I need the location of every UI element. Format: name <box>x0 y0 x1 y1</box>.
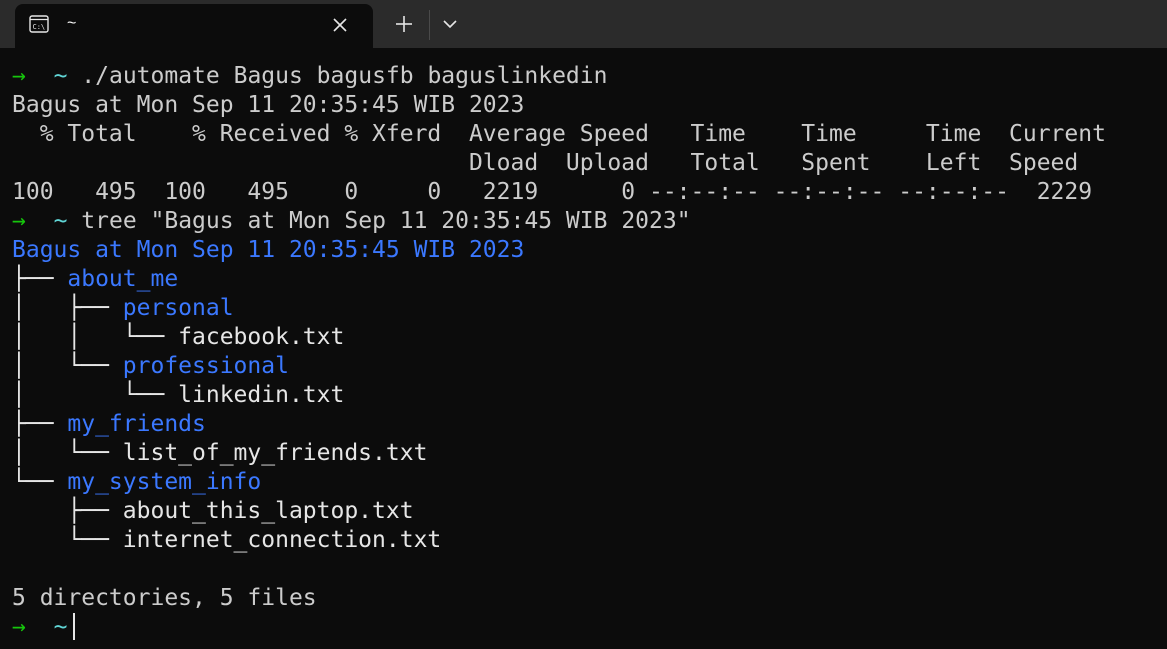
tree-branch: │ └── <box>12 382 179 408</box>
curl-header-1: % Total % Received % Xferd Average Speed… <box>12 121 1106 147</box>
terminal-output[interactable]: → ~ ./automate Bagus bagusfb baguslinked… <box>0 48 1167 649</box>
tree-branch: └── <box>12 469 68 495</box>
tree-entry: │ │ └── facebook.txt <box>12 323 344 352</box>
tree-branch: │ ├── <box>12 295 123 321</box>
prompt-arrow: → <box>12 614 26 640</box>
prompt-arrow: → <box>12 208 26 234</box>
tree-root: Bagus at Mon Sep 11 20:35:45 WIB 2023 <box>12 237 525 263</box>
chevron-down-icon[interactable] <box>440 15 460 33</box>
prompt-line-1: → ~ ./automate Bagus bagusfb baguslinked… <box>12 62 607 91</box>
tree-summary: 5 directories, 5 files <box>12 585 317 611</box>
tree-entry: └── my_system_info <box>12 468 261 497</box>
terminal-icon: C:\ <box>29 15 49 33</box>
close-icon[interactable] <box>331 16 349 34</box>
tree-entry: ├── about_me <box>12 265 178 294</box>
title-bar: C:\ ~ <box>0 0 1167 48</box>
text-cursor <box>73 613 76 640</box>
tree-directory-name: personal <box>122 295 234 321</box>
tree-file-name: facebook.txt <box>178 324 345 350</box>
tree-file-name: internet_connection.txt <box>122 527 442 553</box>
tree-entry: ├── about_this_laptop.txt <box>12 497 414 526</box>
tree-file-name: about_this_laptop.txt <box>122 498 414 524</box>
curl-header-2: Dload Upload Total Spent Left Speed <box>12 150 1079 176</box>
tree-branch: │ └── <box>12 440 123 466</box>
tree-branch: ├── <box>12 411 68 437</box>
command-text: ./automate Bagus bagusfb baguslinkedin <box>81 63 608 89</box>
output-date: Bagus at Mon Sep 11 20:35:45 WIB 2023 <box>12 92 525 118</box>
prompt-dir: ~ <box>53 208 68 234</box>
curl-values: 100 495 100 495 0 0 2219 0 --:--:-- --:-… <box>12 179 1093 205</box>
tree-file-name: list_of_my_friends.txt <box>122 440 428 466</box>
command-text: tree "Bagus at Mon Sep 11 20:35:45 WIB 2… <box>81 208 691 234</box>
plus-icon[interactable] <box>392 12 416 36</box>
tree-directory-name: my_friends <box>67 411 206 437</box>
prompt-dir: ~ <box>53 614 68 640</box>
tree-entry: ├── my_friends <box>12 410 206 439</box>
tree-entry: │ └── list_of_my_friends.txt <box>12 439 427 468</box>
tree-branch: └── <box>12 527 123 553</box>
tree-directory-name: about_me <box>67 266 179 292</box>
tree-branch: ├── <box>12 498 123 524</box>
tree-entry: │ └── professional <box>12 352 289 381</box>
tree-branch: ├── <box>12 266 68 292</box>
prompt-line-3: → ~ <box>12 613 76 642</box>
titlebar-divider <box>429 10 430 40</box>
tab-terminal[interactable]: C:\ ~ <box>15 4 373 48</box>
tree-branch: │ │ └── <box>12 324 179 350</box>
tree-entry: │ └── linkedin.txt <box>12 381 344 410</box>
svg-text:C:\: C:\ <box>33 23 46 31</box>
prompt-arrow: → <box>12 63 26 89</box>
prompt-line-2: → ~ tree "Bagus at Mon Sep 11 20:35:45 W… <box>12 207 691 236</box>
tree-branch: │ └── <box>12 353 123 379</box>
tree-entry: │ ├── personal <box>12 294 234 323</box>
tab-title: ~ <box>67 15 77 32</box>
tree-file-name: linkedin.txt <box>178 382 345 408</box>
prompt-dir: ~ <box>53 63 68 89</box>
tree-directory-name: my_system_info <box>67 469 262 495</box>
tree-entry: └── internet_connection.txt <box>12 526 441 555</box>
tree-directory-name: professional <box>122 353 289 379</box>
